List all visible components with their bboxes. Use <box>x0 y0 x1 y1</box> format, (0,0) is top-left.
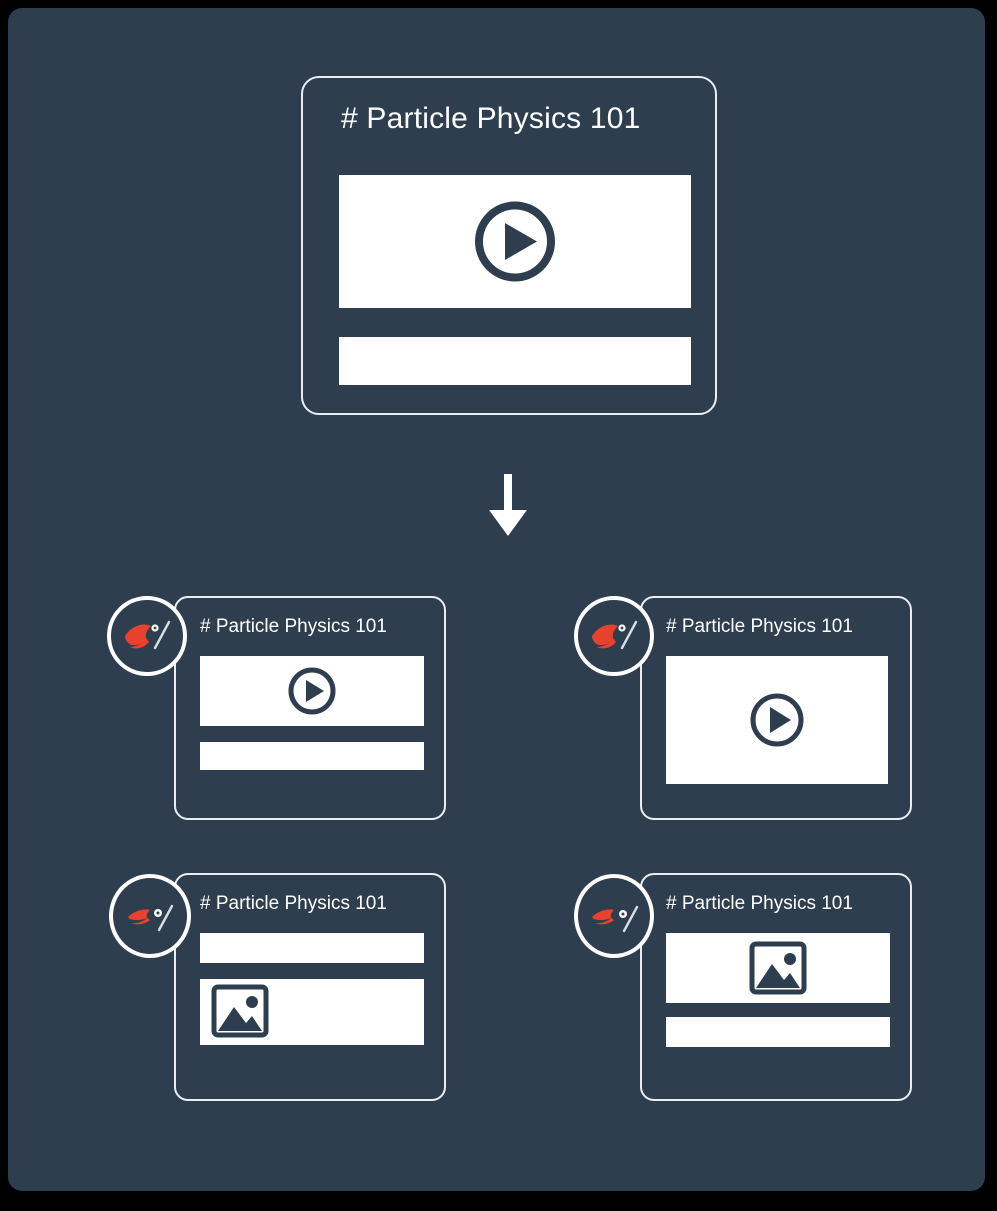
output-card-1[interactable]: # Particle Physics 101 <box>174 596 446 820</box>
screenshot-stage: # Particle Physics 101 # Particle Physic… <box>0 0 997 1211</box>
output-card-1-title: # Particle Physics 101 <box>200 616 387 637</box>
image-icon <box>749 941 807 995</box>
output-card-3[interactable]: # Particle Physics 101 <box>174 873 446 1101</box>
source-card-title: # Particle Physics 101 <box>341 102 641 135</box>
avatar-badge-2[interactable] <box>574 596 654 676</box>
arrow-down-icon <box>489 474 527 536</box>
bird-logo-icon <box>592 620 638 650</box>
source-video-block[interactable] <box>339 175 691 308</box>
output-card-2[interactable]: # Particle Physics 101 <box>640 596 912 820</box>
avatar-badge-1[interactable] <box>107 596 187 676</box>
source-document-card[interactable]: # Particle Physics 101 <box>301 76 717 415</box>
play-icon <box>288 667 336 715</box>
output-card-4-text-block[interactable] <box>666 1017 890 1047</box>
output-card-1-text-block[interactable] <box>200 742 424 770</box>
output-card-3-title: # Particle Physics 101 <box>200 893 387 914</box>
output-card-3-text-block[interactable] <box>200 933 424 963</box>
output-card-4-title: # Particle Physics 101 <box>666 893 853 914</box>
image-icon <box>211 984 269 1038</box>
output-card-1-video-block[interactable] <box>200 656 424 726</box>
bird-logo-icon <box>128 904 174 932</box>
play-icon <box>475 201 555 282</box>
output-card-4-image-block[interactable] <box>666 933 890 1003</box>
output-card-4[interactable]: # Particle Physics 101 <box>640 873 912 1101</box>
output-card-2-video-block[interactable] <box>666 656 888 784</box>
output-card-3-image-block[interactable] <box>200 979 424 1045</box>
play-icon <box>750 693 804 747</box>
avatar-badge-3[interactable] <box>109 874 191 958</box>
flow-arrow <box>476 470 540 538</box>
bird-logo-icon <box>125 620 171 650</box>
bird-logo-icon <box>592 905 639 933</box>
output-card-2-title: # Particle Physics 101 <box>666 616 853 637</box>
avatar-badge-4[interactable] <box>574 874 654 958</box>
canvas-panel: # Particle Physics 101 # Particle Physic… <box>8 8 985 1191</box>
source-text-block[interactable] <box>339 337 691 385</box>
